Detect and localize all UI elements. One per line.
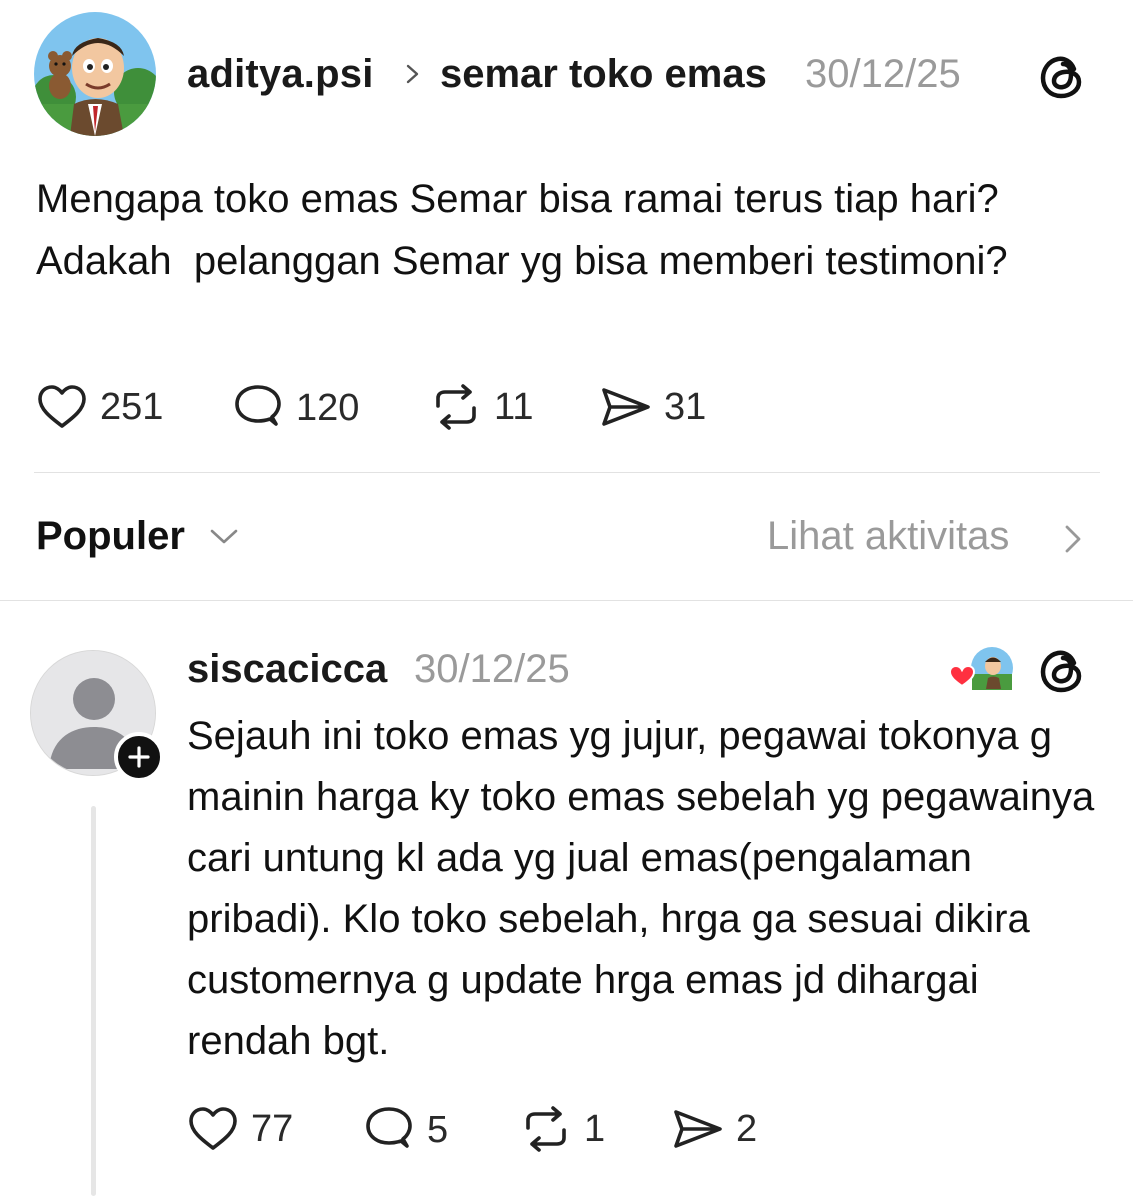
cartoon-man-with-teddy-avatar — [34, 12, 156, 136]
heart-icon — [189, 1107, 237, 1150]
reply-count: 120 — [296, 386, 360, 429]
plus-icon — [128, 746, 150, 768]
divider — [34, 472, 1100, 473]
liked-by-author-indicator — [948, 647, 1013, 690]
like-count: 251 — [100, 385, 164, 428]
threads-logo-icon[interactable] — [1038, 52, 1088, 102]
repost-icon — [436, 384, 476, 430]
thread-line — [91, 806, 96, 1196]
post-body: Mengapa toko emas Semar bisa ramai terus… — [36, 177, 1008, 283]
reply-repost-button[interactable]: 1 — [520, 1106, 605, 1152]
author-avatar[interactable] — [34, 12, 156, 136]
repost-icon — [526, 1106, 566, 1152]
reply-repost-count: 1 — [584, 1107, 606, 1150]
send-icon — [674, 1110, 722, 1148]
reply-like-button[interactable]: 77 — [187, 1106, 293, 1152]
repost-count: 11 — [494, 385, 534, 428]
chevron-right-icon — [406, 64, 419, 84]
reply-comment-button[interactable]: 5 — [363, 1106, 448, 1154]
heart-icon — [38, 385, 86, 428]
speech-bubble-icon — [366, 1107, 412, 1148]
reply-button[interactable]: 120 — [232, 384, 359, 432]
post-author-name[interactable]: aditya.psi — [187, 52, 374, 97]
share-count: 31 — [664, 385, 707, 428]
post-date: 30/12/25 — [805, 52, 961, 96]
chevron-down-icon[interactable] — [208, 526, 240, 548]
sort-dropdown-label[interactable]: Populer — [36, 514, 185, 559]
reply-comment-count: 5 — [427, 1108, 449, 1151]
reply-author-name[interactable]: siscacicca — [187, 647, 387, 692]
reply-date: 30/12/25 — [414, 647, 570, 691]
reply-body: Sejauh ini toko emas yg jujur, pegawai t… — [187, 714, 1106, 1063]
speech-bubble-icon — [235, 385, 281, 426]
repost-button[interactable]: 11 — [430, 384, 533, 430]
reply-share-count: 2 — [736, 1107, 758, 1150]
reply-like-count: 77 — [251, 1107, 294, 1150]
threads-logo-icon[interactable] — [1038, 646, 1088, 696]
share-button[interactable]: 31 — [600, 384, 706, 430]
reply-share-button[interactable]: 2 — [672, 1106, 757, 1152]
like-button[interactable]: 251 — [36, 384, 163, 430]
view-activity-link[interactable]: Lihat aktivitas — [767, 514, 1009, 559]
chevron-right-icon[interactable] — [1062, 522, 1084, 556]
post-topic-tag[interactable]: semar toko emas — [440, 52, 767, 97]
send-icon — [602, 388, 650, 426]
follow-plus-button[interactable] — [114, 732, 164, 782]
section-divider — [0, 600, 1133, 601]
